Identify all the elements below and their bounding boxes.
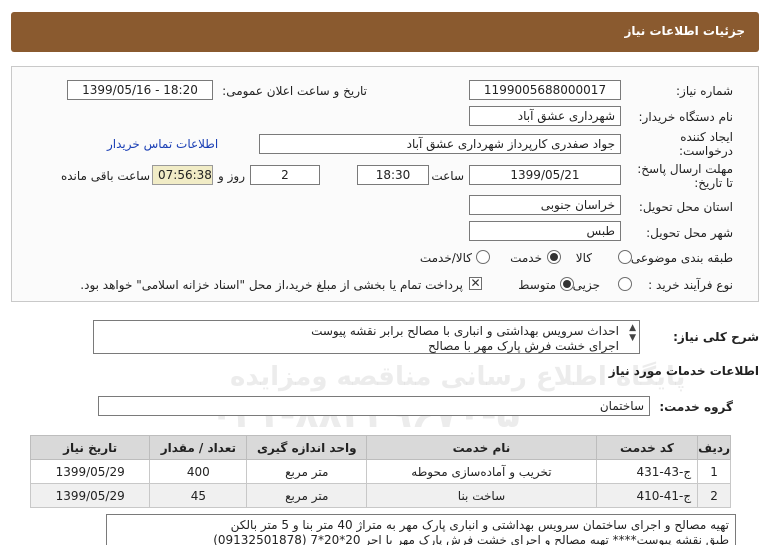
deadline-time-field[interactable]: 18:30 bbox=[357, 165, 429, 185]
creator-label-line2: درخواست: bbox=[679, 144, 733, 158]
col-date: تاریخ نیاز bbox=[29, 435, 151, 460]
row-code: ج-43-431 bbox=[595, 459, 699, 484]
buyer-notes-textarea[interactable]: تهیه مصالح و اجرای ساختمان سرویس بهداشتی… bbox=[106, 514, 736, 545]
summary-line-1: احداث سرویس بهداشتی و انباری با مصالح بر… bbox=[311, 324, 619, 338]
announce-datetime-label: تاریخ و ساعت اعلان عمومی: bbox=[222, 84, 367, 98]
page-header: جزئیات اطلاعات نیاز bbox=[11, 12, 759, 52]
row-qty: 45 bbox=[149, 483, 248, 508]
col-name: نام خدمت bbox=[366, 435, 597, 460]
province-label: استان محل تحویل: bbox=[638, 200, 733, 214]
col-unit: واحد اندازه گیری bbox=[246, 435, 368, 460]
col-code: کد خدمت bbox=[595, 435, 699, 460]
table-row: 2 ج-41-410 ساخت بنا متر مربع 45 1399/05/… bbox=[29, 483, 731, 508]
remaining-time-label: ساعت باقی مانده bbox=[60, 169, 150, 183]
city-field[interactable]: طبس bbox=[469, 221, 621, 241]
page-title: جزئیات اطلاعات نیاز bbox=[624, 24, 745, 38]
category-label: طبقه بندی موضوعی: bbox=[626, 251, 733, 265]
buyer-notes-line-2: طبق نقشه پیوست**** تهیه مصالح و اجرای خش… bbox=[213, 533, 729, 545]
remaining-time-field: 07:56:38 bbox=[152, 165, 213, 185]
row-index: 1 bbox=[697, 459, 731, 484]
row-date: 1399/05/29 bbox=[29, 483, 151, 508]
creator-field[interactable]: جواد صفدری کارپرداز شهرداری عشق آباد bbox=[259, 134, 621, 154]
category-option-goods: کالا bbox=[575, 251, 592, 265]
treasury-payment-checkbox[interactable]: ✕ bbox=[469, 277, 482, 290]
services-section-title: اطلاعات خدمات مورد نیاز bbox=[608, 364, 759, 378]
category-option-service: خدمت bbox=[510, 251, 542, 265]
buyer-notes-line-1: تهیه مصالح و اجرای ساختمان سرویس بهداشتی… bbox=[230, 518, 729, 532]
row-index: 2 bbox=[697, 483, 731, 508]
process-radio-minor[interactable] bbox=[618, 277, 632, 291]
category-radio-service[interactable] bbox=[547, 250, 561, 264]
row-unit: متر مربع bbox=[246, 483, 368, 508]
need-number-field[interactable]: 1199005688000017 bbox=[469, 80, 621, 100]
province-field[interactable]: خراسان جنوبی bbox=[469, 195, 621, 215]
process-label: نوع فرآیند خرید : bbox=[648, 278, 733, 292]
city-label: شهر محل تحویل: bbox=[646, 226, 733, 240]
col-qty: تعداد / مقدار bbox=[149, 435, 248, 460]
row-name: تخریب و آماده‌سازی محوطه bbox=[366, 459, 597, 484]
need-number-label: شماره نیاز: bbox=[676, 84, 733, 98]
buyer-org-field[interactable]: شهرداری عشق آباد bbox=[469, 106, 621, 126]
deadline-date-field[interactable]: 1399/05/21 bbox=[469, 165, 621, 185]
deadline-label-line2: تا تاریخ: bbox=[694, 176, 733, 190]
service-group-label: گروه خدمت: bbox=[659, 400, 733, 414]
services-table: ردیف کد خدمت نام خدمت واحد اندازه گیری ت… bbox=[29, 435, 731, 508]
deadline-label-line1: مهلت ارسال پاسخ: bbox=[637, 162, 733, 176]
row-name: ساخت بنا bbox=[366, 483, 597, 508]
creator-label-line1: ایجاد کننده bbox=[680, 130, 733, 144]
col-index: ردیف bbox=[697, 435, 731, 460]
category-radio-goods[interactable] bbox=[618, 250, 632, 264]
scroll-arrows-icon[interactable]: ▲ ▼ bbox=[629, 323, 636, 343]
process-radio-medium[interactable] bbox=[560, 277, 574, 291]
category-option-goods-service: کالا/خدمت bbox=[419, 251, 472, 265]
announce-datetime-field[interactable]: 1399/05/16 - 18:20 bbox=[67, 80, 213, 100]
buyer-contact-link[interactable]: اطلاعات تماس خریدار bbox=[107, 137, 218, 151]
days-label: روز و bbox=[218, 169, 245, 183]
row-qty: 400 bbox=[149, 459, 248, 484]
treasury-payment-note: پرداخت تمام یا بخشی از مبلغ خرید،از محل … bbox=[80, 278, 463, 292]
service-group-field[interactable]: ساختمان bbox=[98, 396, 650, 416]
summary-textarea[interactable]: ▲ ▼ احداث سرویس بهداشتی و انباری با مصالح… bbox=[93, 320, 640, 354]
summary-line-2: اجرای خشت فرش پارک مهر با مصالح bbox=[428, 339, 619, 353]
table-row: 1 ج-43-431 تخریب و آماده‌سازی محوطه متر … bbox=[29, 459, 731, 484]
process-option-medium: متوسط bbox=[518, 278, 556, 292]
deadline-time-label: ساعت bbox=[431, 169, 464, 183]
buyer-org-label: نام دستگاه خریدار: bbox=[638, 110, 734, 124]
summary-label: شرح کلی نیاز: bbox=[673, 330, 759, 344]
row-code: ج-41-410 bbox=[595, 483, 699, 508]
remaining-days-field[interactable]: 2 bbox=[250, 165, 320, 185]
row-date: 1399/05/29 bbox=[29, 459, 151, 484]
category-radio-goods-service[interactable] bbox=[476, 250, 490, 264]
process-option-minor: جزیی bbox=[572, 278, 600, 292]
row-unit: متر مربع bbox=[246, 459, 368, 484]
